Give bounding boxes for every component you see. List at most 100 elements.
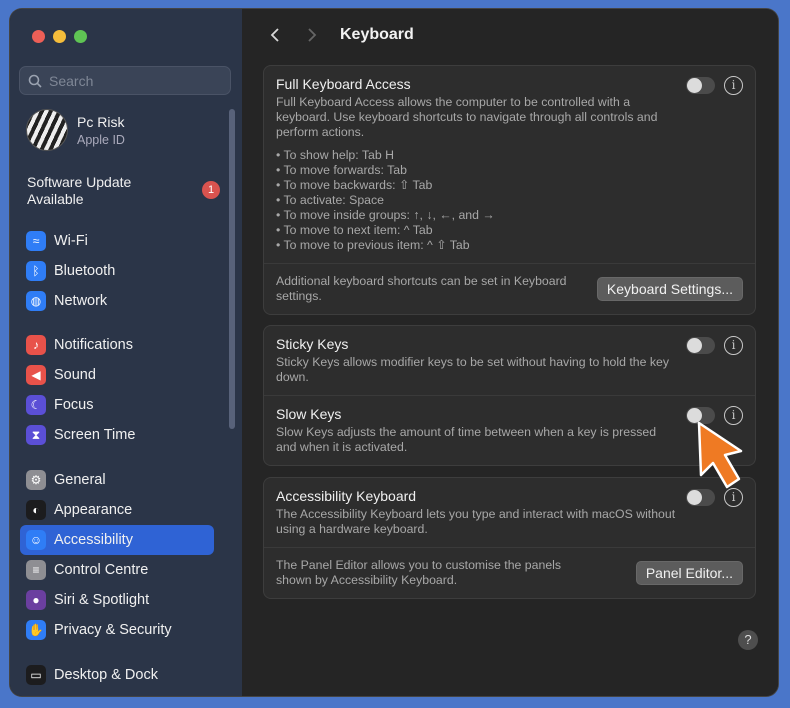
sidebar-item-bluetooth[interactable]: ᛒ Bluetooth	[20, 256, 214, 286]
hand-icon: ✋	[26, 620, 46, 640]
row-description: Full Keyboard Access allows the computer…	[276, 95, 658, 139]
apple-id-profile[interactable]: Pc Risk Apple ID	[26, 109, 125, 151]
sidebar-item-label: Appearance	[54, 502, 133, 518]
full-keyboard-access-card: Full Keyboard Access Full Keyboard Acces…	[263, 65, 756, 315]
list-item: • To move to previous item: ^ ⇧ Tab	[276, 238, 470, 252]
accessibility-keyboard-row: Accessibility Keyboard The Accessibility…	[264, 478, 755, 547]
hourglass-icon: ⧗	[26, 425, 46, 445]
row-description: Sticky Keys allows modifier keys to be s…	[276, 355, 670, 384]
search-field[interactable]	[19, 66, 231, 95]
sticky-slow-keys-card: Sticky Keys Sticky Keys allows modifier …	[263, 325, 756, 466]
sidebar-item-label: Wi-Fi	[54, 233, 88, 249]
list-item: • To move backwards: ⇧ Tab	[276, 178, 433, 192]
row-title: Accessibility Keyboard	[276, 488, 417, 504]
sidebar-item-sound[interactable]: ◀ Sound	[20, 360, 214, 390]
search-input[interactable]	[49, 72, 219, 89]
wifi-icon: ≈	[26, 231, 46, 251]
sticky-keys-row: Sticky Keys Sticky Keys allows modifier …	[264, 326, 755, 395]
keyboard-settings-row: Additional keyboard shortcuts can be set…	[264, 263, 755, 314]
minimize-button[interactable]	[53, 30, 66, 43]
gear-icon: ⚙	[26, 470, 46, 490]
list-item: • To show help: Tab H	[276, 148, 395, 162]
shortcut-list: • To show help: Tab H • To move forwards…	[276, 148, 743, 253]
sidebar-item-control-centre[interactable]: ≡ Control Centre	[20, 555, 214, 585]
row-title: Full Keyboard Access	[276, 76, 411, 92]
profile-name: Pc Risk	[77, 113, 125, 130]
search-icon	[28, 74, 42, 88]
sidebar-item-label: Focus	[54, 397, 94, 413]
sidebar-group-connectivity: ≈ Wi-Fi ᛒ Bluetooth ◍ Network	[20, 226, 214, 316]
sidebar-item-label: Bluetooth	[54, 263, 116, 279]
globe-icon: ◍	[26, 291, 46, 311]
settings-window: Pc Risk Apple ID Software Update Availab…	[10, 9, 778, 696]
software-update-item[interactable]: Software Update Available 1	[27, 174, 227, 208]
sidebar-group-desktop: ▭ Desktop & Dock	[20, 660, 214, 690]
sidebar-item-label: Desktop & Dock	[54, 667, 158, 683]
sidebar-item-label: Accessibility	[54, 532, 133, 548]
sidebar-item-label: Privacy & Security	[54, 622, 172, 638]
info-icon[interactable]: i	[724, 336, 743, 355]
sidebar-item-siri-spotlight[interactable]: ● Siri & Spotlight	[20, 585, 214, 615]
help-button[interactable]: ?	[738, 630, 758, 650]
sidebar-item-label: Control Centre	[54, 562, 149, 578]
sidebar-item-screen-time[interactable]: ⧗ Screen Time	[20, 420, 214, 450]
sidebar-item-general[interactable]: ⚙ General	[20, 465, 214, 495]
speaker-icon: ◀	[26, 365, 46, 385]
row-description: The Accessibility Keyboard lets you type…	[276, 507, 676, 536]
keyboard-settings-button[interactable]: Keyboard Settings...	[596, 277, 743, 301]
list-item: • To activate: Space	[276, 193, 384, 207]
full-keyboard-access-toggle[interactable]	[686, 77, 715, 94]
forward-button[interactable]	[301, 24, 323, 46]
pointer-arrow-icon	[697, 421, 743, 489]
sidebar-group-system: ⚙ General ◐ Appearance ☺ Accessibility ≡ Contro…	[20, 465, 214, 645]
sidebar-item-label: Notifications	[54, 337, 133, 353]
info-icon[interactable]: i	[724, 76, 743, 95]
close-button[interactable]	[32, 30, 45, 43]
sidebar-item-notifications[interactable]: ♪ Notifications	[20, 330, 214, 360]
list-item: • To move inside groups: ↑, ↓, ←, and →	[276, 208, 495, 222]
row-description: Slow Keys adjusts the amount of time bet…	[276, 425, 657, 454]
sidebar-scrollbar[interactable]	[229, 109, 235, 429]
sidebar-item-accessibility[interactable]: ☺ Accessibility	[20, 525, 214, 555]
row-title: Slow Keys	[276, 406, 342, 422]
sidebar-item-label: Network	[54, 293, 108, 309]
footer-text: The Panel Editor allows you to customise…	[276, 558, 562, 587]
chevron-left-icon	[270, 28, 279, 42]
moon-icon: ☾	[26, 395, 46, 415]
sticky-keys-toggle[interactable]	[686, 337, 715, 354]
sidebar-item-label: Sound	[54, 367, 96, 383]
sidebar-item-desktop-dock[interactable]: ▭ Desktop & Dock	[20, 660, 214, 690]
profile-subtitle: Apple ID	[77, 132, 125, 147]
list-item: • To move to next item: ^ Tab	[276, 223, 433, 237]
sidebar-item-label: General	[54, 472, 106, 488]
software-update-label: Software Update Available	[27, 174, 132, 207]
slow-keys-row: Slow Keys Slow Keys adjusts the amount o…	[264, 395, 755, 465]
back-button[interactable]	[264, 24, 286, 46]
sidebar-group-notifications: ♪ Notifications ◀ Sound ☾ Focus ⧗ Screen Time	[20, 330, 214, 450]
accessibility-keyboard-card: Accessibility Keyboard The Accessibility…	[263, 477, 756, 599]
sidebar-item-focus[interactable]: ☾ Focus	[20, 390, 214, 420]
main-pane: Keyboard Full Keyboard Access Full Keybo…	[242, 9, 778, 696]
update-badge: 1	[202, 181, 220, 199]
zoom-button[interactable]	[74, 30, 87, 43]
panel-editor-button[interactable]: Panel Editor...	[635, 561, 743, 585]
toolbar: Keyboard	[242, 9, 778, 61]
sidebar-item-appearance[interactable]: ◐ Appearance	[20, 495, 214, 525]
sidebar-item-network[interactable]: ◍ Network	[20, 286, 214, 316]
avatar	[26, 109, 68, 151]
sidebar-item-wi-fi[interactable]: ≈ Wi-Fi	[20, 226, 214, 256]
appearance-icon: ◐	[26, 500, 46, 520]
footer-text: Additional keyboard shortcuts can be set…	[276, 274, 567, 303]
bell-icon: ♪	[26, 335, 46, 355]
control-centre-icon: ≡	[26, 560, 46, 580]
row-title: Sticky Keys	[276, 336, 349, 352]
sidebar: Pc Risk Apple ID Software Update Availab…	[10, 9, 242, 696]
sidebar-item-label: Screen Time	[54, 427, 136, 443]
sidebar-item-privacy-security[interactable]: ✋ Privacy & Security	[20, 615, 214, 645]
list-item: • To move forwards: Tab	[276, 163, 407, 177]
window-controls	[32, 30, 87, 43]
bluetooth-icon: ᛒ	[26, 261, 46, 281]
siri-icon: ●	[26, 590, 46, 610]
accessibility-icon: ☺	[26, 530, 46, 550]
page-title: Keyboard	[340, 26, 414, 43]
